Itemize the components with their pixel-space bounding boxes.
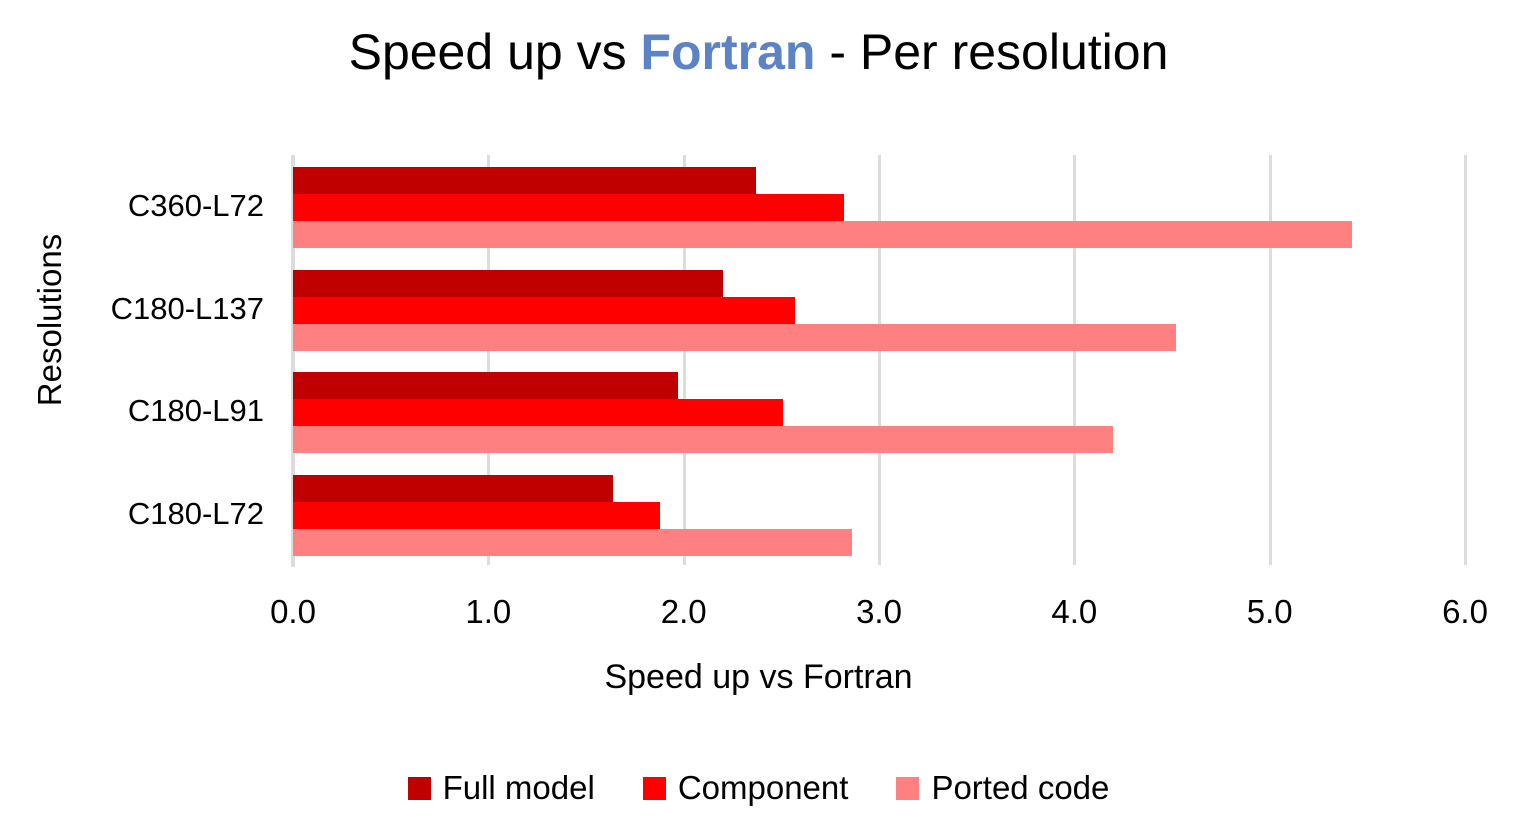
bar-c360-l72-ported-code[interactable] — [293, 221, 1352, 248]
y-axis-title: Resolutions — [31, 233, 68, 407]
x-tick-label: 4.0 — [1051, 593, 1098, 630]
x-tick-label: 5.0 — [1246, 593, 1293, 630]
x-tick-label: 0.0 — [270, 593, 316, 630]
bar-group-c180-l72 — [293, 474, 1465, 556]
bar-c180-l137-component[interactable] — [293, 296, 795, 324]
chart-title-prefix: Speed up vs — [348, 24, 641, 80]
bar-c360-l72-component[interactable] — [293, 194, 844, 221]
x-tick-label: 6.0 — [1442, 593, 1488, 630]
bar-c360-l72-full-model[interactable] — [293, 167, 756, 194]
bar-c180-l72-component[interactable] — [293, 501, 661, 529]
chart-legend: Full model Component Ported code — [0, 768, 1517, 808]
x-axis-title: Speed up vs Fortran — [604, 658, 913, 696]
bar-c180-l137-ported-code[interactable] — [293, 323, 1176, 351]
legend-label: Full model — [442, 769, 595, 806]
y-tick-label-c180-l72: C180-L72 — [127, 495, 264, 531]
legend-item-full-model[interactable]: Full model — [407, 768, 595, 808]
x-tick-label: 2.0 — [660, 593, 707, 630]
legend-swatch-icon — [896, 776, 920, 800]
legend-swatch-icon — [642, 776, 666, 800]
legend-item-ported-code[interactable]: Ported code — [896, 768, 1109, 808]
bar-c180-l91-component[interactable] — [293, 399, 784, 426]
bar-group-c180-l91 — [293, 372, 1465, 453]
bar-c180-l72-ported-code[interactable] — [293, 528, 852, 556]
bar-c180-l91-ported-code[interactable] — [293, 426, 1114, 453]
bar-c180-l91-full-model[interactable] — [293, 372, 678, 399]
bar-c180-l137-full-model[interactable] — [293, 269, 723, 297]
bar-group-c180-l137 — [293, 269, 1465, 351]
legend-label: Component — [677, 769, 849, 806]
chart-title: Speed up vs Fortran - Per resolution — [0, 22, 1517, 82]
legend-item-component[interactable]: Component — [642, 768, 849, 808]
bar-c180-l72-full-model[interactable] — [293, 474, 614, 502]
legend-swatch-icon — [407, 776, 431, 800]
chart-title-accent: Fortran — [640, 24, 816, 80]
chart-title-suffix: - Per resolution — [815, 24, 1169, 80]
legend-label: Ported code — [931, 769, 1110, 806]
x-tick-label: 3.0 — [856, 593, 902, 630]
x-tick-label: 1.0 — [465, 593, 512, 630]
plot-area — [293, 155, 1467, 565]
bar-group-c360-l72 — [293, 167, 1465, 248]
